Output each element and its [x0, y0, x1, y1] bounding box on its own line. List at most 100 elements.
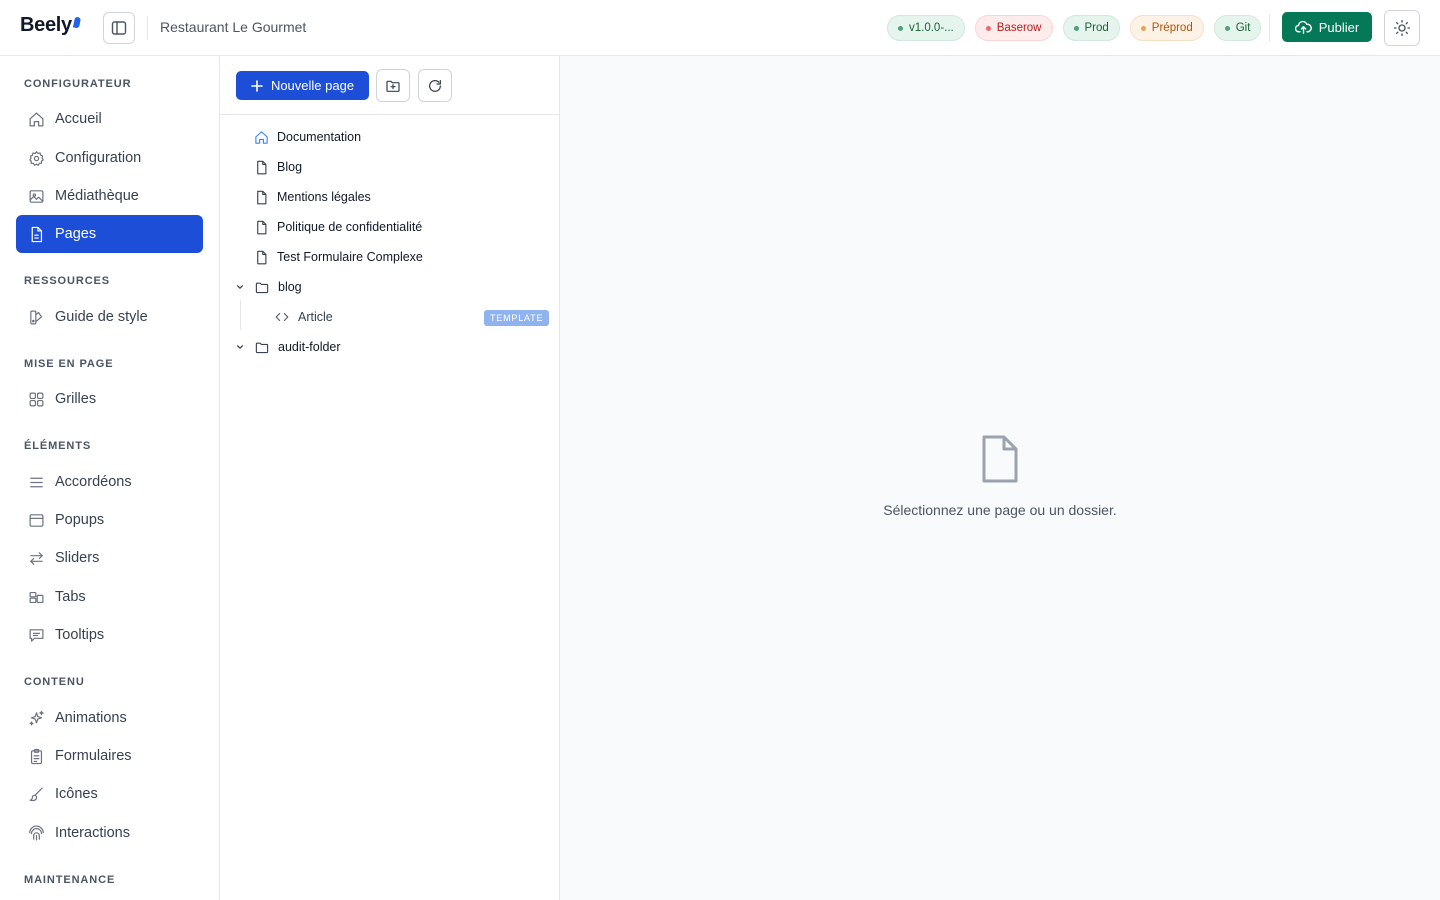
sidebar-item-label: Accueil [55, 111, 102, 127]
tree-item-label: audit-folder [278, 340, 341, 354]
folder-icon [255, 342, 269, 353]
clipboard-icon [30, 748, 43, 764]
tree-item-documentation[interactable]: Documentation [254, 122, 361, 152]
sidebar-item-accordeons[interactable]: Accordéons [16, 463, 203, 501]
sidebar-item-tabs[interactable]: Tabs [16, 578, 203, 616]
tree-item-label: Blog [277, 160, 303, 174]
sidebar-item-pages[interactable]: Pages [16, 215, 203, 253]
home-icon [29, 112, 44, 126]
sidebar-item-label: Animations [55, 710, 127, 726]
sparkles-icon [29, 710, 44, 725]
tree-item-test-formulaire-complexe[interactable]: Test Formulaire Complexe [254, 242, 423, 272]
page-tree-panel: Nouvelle page Documentation Blog Mention… [220, 56, 560, 900]
status-dot-icon [1224, 25, 1230, 31]
status-dot-icon [1140, 25, 1146, 31]
preprod-badge[interactable]: Préprod [1129, 15, 1204, 41]
sidebar-item-label: Guide de style [55, 309, 148, 325]
toggle-sidebar-button[interactable] [103, 12, 135, 44]
tree-item-label: Mentions légales [277, 190, 371, 204]
status-dot-icon [1073, 25, 1079, 31]
sidebar-item-guide-de-style[interactable]: Guide de style [16, 298, 203, 336]
refresh-icon [429, 79, 441, 92]
tree-folder-audit-folder[interactable]: audit-folder [254, 332, 341, 362]
file-icon [257, 190, 267, 204]
main-content: Sélectionnez une page ou un dossier. [560, 56, 1440, 900]
sidebar-item-grilles[interactable]: Grilles [16, 380, 203, 418]
tree-item-label: blog [278, 280, 302, 294]
gear-icon [29, 150, 45, 166]
tree-item-article[interactable]: Article [274, 302, 333, 332]
badge-label: Prod [1084, 22, 1109, 34]
sidebar-item-sliders[interactable]: Sliders [16, 539, 203, 577]
empty-state-message: Sélectionnez une page ou un dossier. [883, 502, 1117, 518]
folder-icon [255, 282, 269, 293]
header-divider [147, 16, 148, 40]
sidebar-item-animations[interactable]: Animations [16, 699, 203, 737]
image-icon [29, 189, 44, 203]
file-icon [257, 160, 267, 174]
sidebar-item-label: Interactions [55, 825, 130, 841]
section-title-ressources: RESSOURCES [24, 275, 111, 287]
version-badge[interactable]: v1.0.0-... [887, 15, 965, 41]
brush-icon [29, 787, 43, 801]
app-logo[interactable]: Beely [20, 14, 81, 37]
top-header: Beely Restaurant Le Gourmet v1.0.0-... B… [0, 0, 1440, 56]
project-name: Restaurant Le Gourmet [160, 19, 307, 35]
sidebar-item-interactions[interactable]: Interactions [16, 814, 203, 852]
tree-item-label: Politique de confidentialité [277, 220, 423, 234]
git-badge[interactable]: Git [1213, 15, 1262, 41]
sidebar-item-popups[interactable]: Popups [16, 501, 203, 539]
logo-text: Beely [20, 14, 72, 36]
chevron-down-icon[interactable] [235, 342, 245, 352]
sidebar-item-icones[interactable]: Icônes [16, 775, 203, 813]
sidebar-item-formulaires[interactable]: Formulaires [16, 737, 203, 775]
sidebar-item-accueil[interactable]: Accueil [16, 100, 203, 138]
message-icon [29, 628, 44, 642]
tree-folder-blog[interactable]: blog [254, 272, 302, 302]
tree-item-mentions-legales[interactable]: Mentions légales [254, 182, 371, 212]
sidebar-item-label: Formulaires [55, 748, 132, 764]
new-folder-button[interactable] [376, 69, 410, 102]
baserow-badge[interactable]: Baserow [974, 15, 1053, 41]
sidebar-item-label: Grilles [55, 391, 97, 407]
refresh-button[interactable] [418, 69, 452, 102]
sidebar: CONFIGURATEUR Accueil Configuration Médi… [0, 56, 220, 900]
sidebar-item-label: Tooltips [55, 627, 105, 643]
new-page-label: Nouvelle page [270, 78, 355, 93]
sidebar-item-label: Médiathèque [55, 188, 139, 204]
menu-lines-icon [30, 477, 43, 487]
sidebar-panel-icon [111, 21, 127, 35]
sidebar-item-configuration[interactable]: Configuration [16, 139, 203, 177]
file-icon [257, 220, 267, 234]
window-icon [29, 513, 44, 527]
tree-item-label: Article [298, 310, 333, 324]
status-dot-icon [898, 25, 903, 31]
new-page-button[interactable]: Nouvelle page [236, 71, 369, 100]
prod-badge[interactable]: Prod [1062, 15, 1120, 41]
sidebar-item-label: Popups [55, 512, 105, 528]
section-title-contenu: CONTENU [24, 676, 85, 688]
tabs-icon [29, 591, 44, 603]
theme-toggle-button[interactable] [1384, 10, 1420, 46]
sun-icon [1393, 19, 1411, 37]
tree-item-label: Documentation [277, 130, 362, 144]
code-icon [275, 312, 289, 322]
publish-label: Publier [1318, 19, 1360, 35]
status-badges: v1.0.0-... Baserow Prod Préprod Git [887, 15, 1262, 41]
sidebar-item-label: Sliders [55, 550, 100, 566]
section-title-configurateur: CONFIGURATEUR [24, 78, 132, 90]
sidebar-item-label: Configuration [55, 150, 142, 166]
badge-label: Baserow [996, 22, 1042, 34]
chevron-down-icon[interactable] [235, 282, 245, 292]
tree-toolbar: Nouvelle page [220, 56, 560, 115]
file-icon [257, 250, 267, 264]
badge-label: v1.0.0-... [909, 22, 954, 34]
publish-button[interactable]: Publier [1282, 12, 1372, 42]
pointer-icon [29, 824, 44, 840]
tree-item-blog[interactable]: Blog [254, 152, 302, 182]
tree-item-politique-de-confidentialite[interactable]: Politique de confidentialité [254, 212, 422, 242]
section-title-mise-en-page: MISE EN PAGE [24, 358, 114, 370]
sidebar-item-tooltips[interactable]: Tooltips [16, 616, 203, 654]
sidebar-item-mediatheque[interactable]: Médiathèque [16, 177, 203, 215]
home-icon [255, 130, 268, 144]
